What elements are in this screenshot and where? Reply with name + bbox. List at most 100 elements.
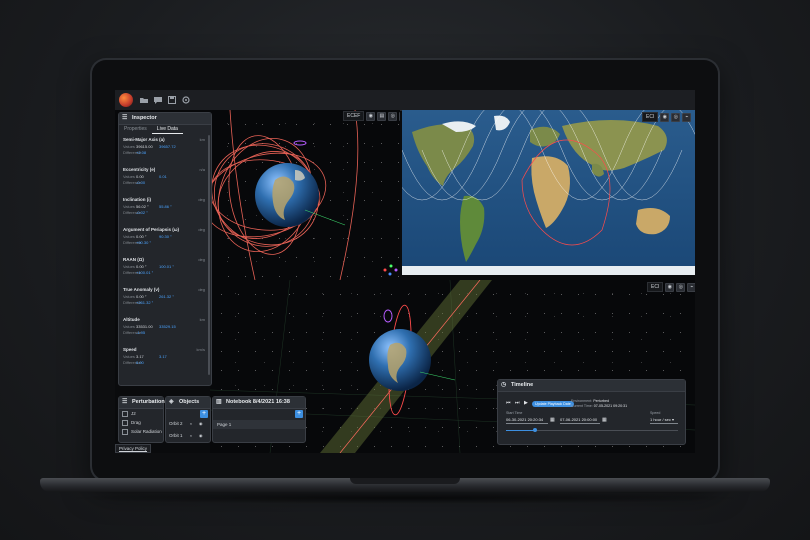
values-label: Values: [123, 294, 135, 299]
perturbations-panel: ☰ Perturbations J2 Drag Solar Radiation: [118, 396, 168, 443]
object-item[interactable]: Orbit 1: [169, 433, 183, 438]
property-list: Semi-Major Axis (a) km Values Difference 396…: [119, 137, 211, 377]
notebook-title: Notebook 8/4/2021 16:38: [226, 399, 290, 405]
values-label: Values: [123, 234, 135, 239]
property-unit: deg: [198, 287, 205, 292]
property-name: RAAN (Ω): [123, 257, 144, 262]
objects-panel: ◈ Objects + Orbit 2 ◐ ◉ Orbit 1 ◐ ◉: [165, 396, 211, 443]
calendar-icon[interactable]: ▦: [550, 417, 555, 423]
property-row: Speed km/s Values Difference 3.17 3.17 0.00: [119, 347, 211, 377]
checkbox[interactable]: [122, 420, 128, 426]
property-difference: +261.32 °: [136, 300, 154, 305]
start-time-label: Start Time: [506, 411, 523, 415]
laptop-notch: [350, 478, 460, 484]
perturbation-j2[interactable]: J2: [122, 411, 136, 417]
current-time-label: Current Time: 07-05-2021 09:20:31: [571, 404, 628, 408]
property-name: Semi-Major Axis (a): [123, 137, 165, 142]
frame-select[interactable]: ECEF: [343, 111, 365, 121]
save-icon[interactable]: [167, 95, 177, 105]
app-toolbar: [115, 90, 695, 111]
perturbations-icon: ☰: [122, 399, 128, 405]
environment-label: Environment: Perturbed: [571, 399, 609, 403]
values-label: Values: [123, 204, 135, 209]
update-playback-button[interactable]: Update Playback Date: [532, 401, 574, 407]
property-value: 39615.00: [136, 144, 153, 149]
viewport-ecef-toolbar: ECEF ◉ ▤ ◎ ⌁ …: [343, 111, 400, 121]
play-icon[interactable]: ▶: [524, 400, 528, 406]
property-unit: km/s: [196, 347, 205, 352]
values-label: Values: [123, 174, 135, 179]
clipboard-icon[interactable]: ▤: [377, 111, 387, 121]
notebook-page-label: Page 1: [217, 422, 232, 427]
property-value: 0.00 °: [136, 234, 147, 239]
property-difference: +2.08: [136, 150, 147, 155]
inspector-scrollbar[interactable]: [208, 135, 210, 375]
chat-icon[interactable]: [153, 95, 163, 105]
tab-properties[interactable]: Properties: [119, 125, 152, 134]
step-icon[interactable]: ⏭: [515, 400, 520, 406]
visibility-icon[interactable]: ◉: [199, 433, 203, 438]
target-icon[interactable]: ◎: [676, 282, 686, 292]
settings-icon[interactable]: [181, 95, 191, 105]
property-difference: 0.00: [136, 360, 144, 365]
viewport-eci-toolbar: ECI ◉ ◎ ⌁: [647, 282, 695, 292]
values-label: Values: [123, 144, 135, 149]
property-name: Argument of Periapsis (ω): [123, 227, 180, 232]
property-target: 90.30 °: [159, 234, 172, 239]
app-logo[interactable]: [119, 93, 133, 107]
add-object-button[interactable]: +: [200, 410, 208, 418]
orbit-icon[interactable]: ◐: [190, 433, 192, 438]
end-time-field[interactable]: 07-06-2021 20:00:00: [560, 416, 600, 424]
map-toolbar: ECI ◉ ◎ ⌁: [642, 112, 692, 122]
skip-back-icon[interactable]: ⏮: [506, 400, 511, 406]
laptop-shadow: [60, 492, 750, 504]
property-value: 33531.00: [136, 324, 153, 329]
target-icon[interactable]: ◎: [671, 112, 681, 122]
link-icon[interactable]: ⌁: [682, 112, 692, 122]
timeline-panel: ◷ Timeline ⏮ ⏭ ▶ Update Playback Date En…: [497, 379, 686, 445]
values-label: Values: [123, 264, 135, 269]
eci-frame-select[interactable]: ECI: [647, 282, 664, 292]
object-item[interactable]: Orbit 2: [169, 421, 183, 426]
property-difference: -0.00: [136, 180, 146, 185]
speed-select[interactable]: 1 hour / sec ▾: [650, 416, 678, 424]
objects-icon: ◈: [169, 399, 174, 405]
checkbox[interactable]: [122, 411, 128, 417]
property-value: 3.17: [136, 354, 144, 359]
calendar-icon[interactable]: ▦: [602, 417, 607, 423]
property-name: Inclination (i): [123, 197, 151, 202]
camera-icon[interactable]: ◉: [366, 111, 376, 121]
folder-icon[interactable]: [139, 95, 149, 105]
property-unit: deg: [198, 257, 205, 262]
map-frame-select[interactable]: ECI: [642, 112, 659, 122]
clock-icon: ◷: [501, 382, 507, 388]
property-unit: deg: [198, 197, 205, 202]
orbit-icon[interactable]: ◐: [190, 421, 192, 426]
add-page-button[interactable]: +: [295, 410, 303, 418]
property-row: Semi-Major Axis (a) km Values Difference 396…: [119, 137, 211, 167]
ground-track-map[interactable]: ECI ◉ ◎ ⌁: [402, 110, 695, 275]
values-label: Values: [123, 324, 135, 329]
property-row: Altitude km Values Difference 33531.00 33529.…: [119, 317, 211, 347]
inspector-header: ☰ Inspector: [119, 113, 211, 125]
link-icon[interactable]: ⌁: [399, 111, 400, 121]
property-row: True Anomaly (ν) deg Values Difference 0.00 …: [119, 287, 211, 317]
timeline-handle[interactable]: [533, 428, 537, 432]
tab-live-data[interactable]: Live Data: [151, 125, 183, 134]
inspector-icon: ☰: [122, 115, 128, 121]
property-target: 100.01 °: [159, 264, 174, 269]
start-time-field[interactable]: 06-30-2021 20:20:34: [506, 416, 548, 424]
checkbox[interactable]: [122, 429, 128, 435]
timeline-progress: [506, 430, 534, 431]
camera-icon[interactable]: ◉: [665, 282, 675, 292]
property-target: 261.32 °: [159, 294, 174, 299]
visibility-icon[interactable]: ◉: [199, 421, 203, 426]
perturbation-solar-radiation[interactable]: Solar Radiation: [122, 429, 162, 435]
perturbation-drag[interactable]: Drag: [122, 420, 141, 426]
camera-icon[interactable]: ◉: [660, 112, 670, 122]
property-difference: +90.30 °: [136, 240, 152, 245]
target-icon[interactable]: ◎: [388, 111, 398, 121]
privacy-link[interactable]: Privacy Policy: [115, 444, 152, 453]
link-icon[interactable]: ⌁: [687, 282, 695, 292]
inspector-panel: ☰ Inspector Properties Live Data Semi-Ma…: [118, 112, 212, 386]
